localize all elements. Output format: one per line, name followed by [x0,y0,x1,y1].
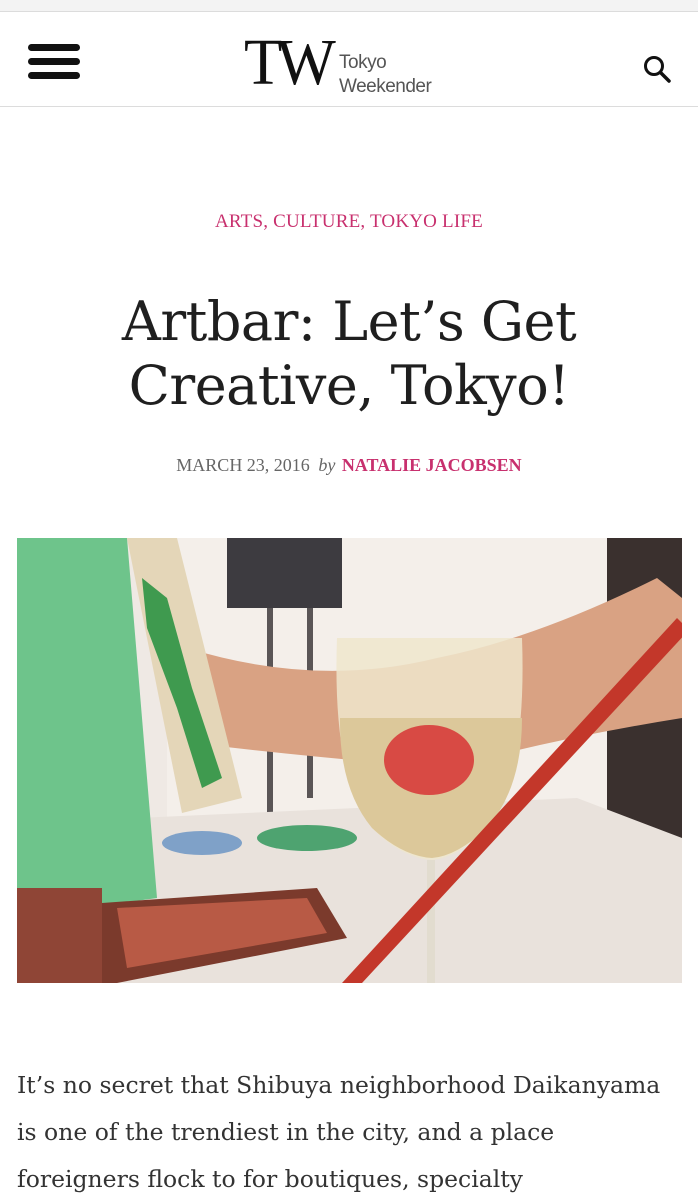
logo-word-weekender: Weekender [339,76,432,97]
article-byline: MARCH 23, 2016 by NATALIE JACOBSEN [0,455,698,476]
site-logo[interactable]: TW Tokyo Weekender [244,26,464,99]
logo-word-tokyo: Tokyo [339,52,387,73]
site-header: TW Tokyo Weekender [0,12,698,107]
byline-by: by [318,455,336,475]
article-categories[interactable]: ARTS, CULTURE, TOKYO LIFE [0,211,698,233]
menu-bar [28,44,80,51]
search-icon[interactable] [642,54,672,84]
author-link[interactable]: NATALIE JACOBSEN [342,455,522,475]
top-strip [0,0,698,12]
hero-image [17,538,682,983]
article-date: MARCH 23, 2016 [176,455,310,475]
logo-monogram: TW [244,26,336,99]
menu-bar [28,72,80,79]
article-title: Artbar: Let’s Get Creative, Tokyo! [121,290,577,417]
article-body-paragraph: It’s no secret that Shibuya neighborhood… [17,1071,661,1193]
menu-bar [28,58,80,65]
hamburger-menu-icon[interactable] [28,42,80,82]
